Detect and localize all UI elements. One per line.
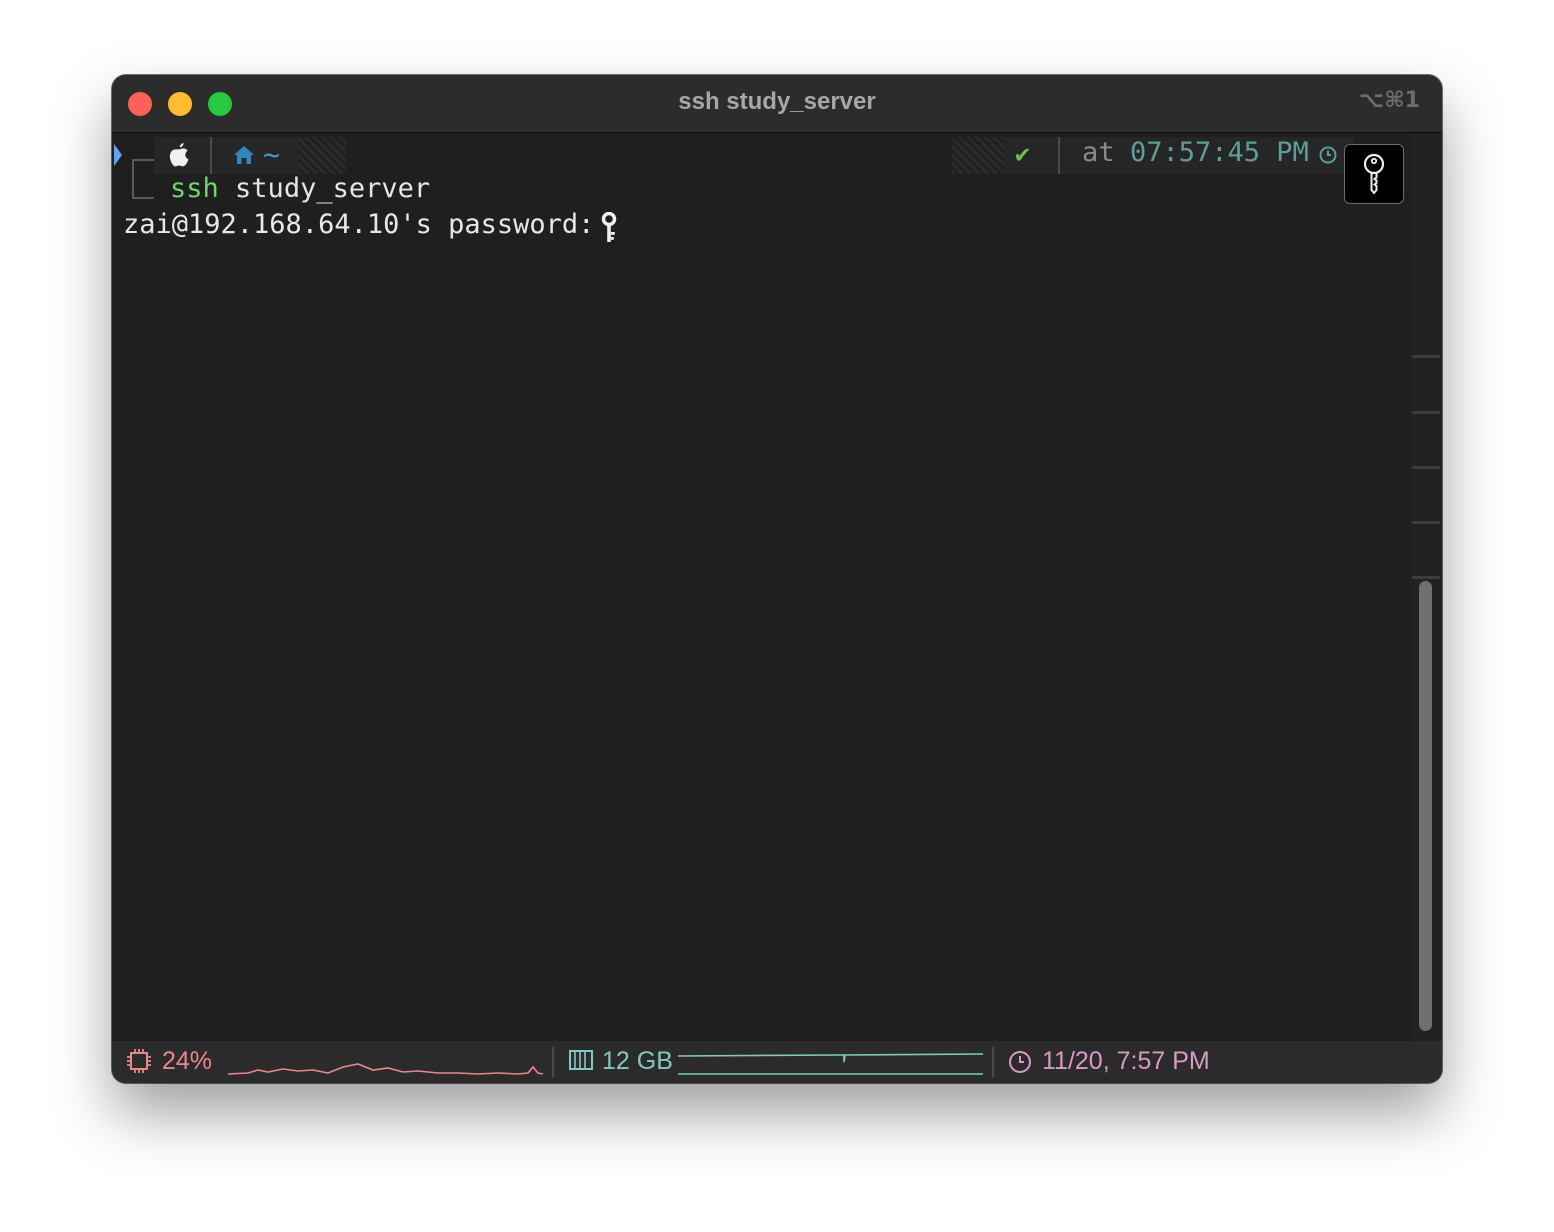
command-line: ssh study_server — [170, 173, 430, 204]
prompt-connector — [132, 159, 154, 199]
prompt-right-dither — [952, 137, 1004, 174]
terminal-window: ssh study_server ⌥⌘1 ~ ✔ at 07:57:45 PM … — [112, 75, 1442, 1083]
scrollbar-thumb[interactable] — [1419, 581, 1432, 1031]
memory-sparkline — [678, 1053, 984, 1075]
password-prompt: zai@192.168.64.10's password: — [123, 209, 611, 240]
command-argument: study_server — [235, 173, 431, 204]
cpu-sparkline — [228, 1063, 544, 1075]
cpu-icon — [127, 1049, 151, 1073]
clock-icon — [1009, 1051, 1031, 1073]
prompt-separator — [210, 137, 212, 174]
key-icon — [1363, 153, 1385, 195]
window-title: ssh study_server — [678, 88, 876, 115]
memory-usage: 12 GB — [602, 1047, 673, 1075]
status-separator — [552, 1047, 554, 1077]
clock-icon — [1319, 146, 1337, 164]
current-directory: ~ — [263, 138, 280, 171]
home-icon — [234, 146, 254, 164]
scroll-mark — [1412, 411, 1440, 414]
memory-icon — [569, 1050, 593, 1070]
terminal-content[interactable]: ~ ✔ at 07:57:45 PM ssh study_server zai@… — [112, 133, 1410, 1041]
key-icon — [601, 212, 617, 242]
tab-shortcut: ⌥⌘1 — [1358, 88, 1420, 113]
prompt-right-separator — [1058, 137, 1060, 174]
status-separator — [992, 1047, 994, 1077]
scroll-mark — [1412, 576, 1440, 579]
secure-input-badge — [1344, 144, 1404, 204]
prompt-time: 07:57:45 PM — [1130, 137, 1309, 168]
status-check-icon: ✔ — [1015, 139, 1031, 168]
prompt-marker-icon — [114, 144, 122, 166]
prompt-dither — [298, 137, 346, 174]
scroll-mark — [1412, 521, 1440, 524]
title-bar[interactable]: ssh study_server ⌥⌘1 — [112, 75, 1442, 133]
status-bar: 24% 12 GB 11/20, 7:57 PM — [112, 1041, 1442, 1083]
status-datetime: 11/20, 7:57 PM — [1042, 1047, 1210, 1075]
scroll-mark — [1412, 466, 1440, 469]
command-name: ssh — [170, 173, 219, 204]
apple-icon — [169, 143, 189, 167]
time-prefix: at — [1082, 137, 1115, 168]
vertical-scrollbar[interactable] — [1410, 133, 1442, 1041]
scroll-mark — [1412, 355, 1440, 358]
cpu-usage: 24% — [162, 1047, 213, 1075]
